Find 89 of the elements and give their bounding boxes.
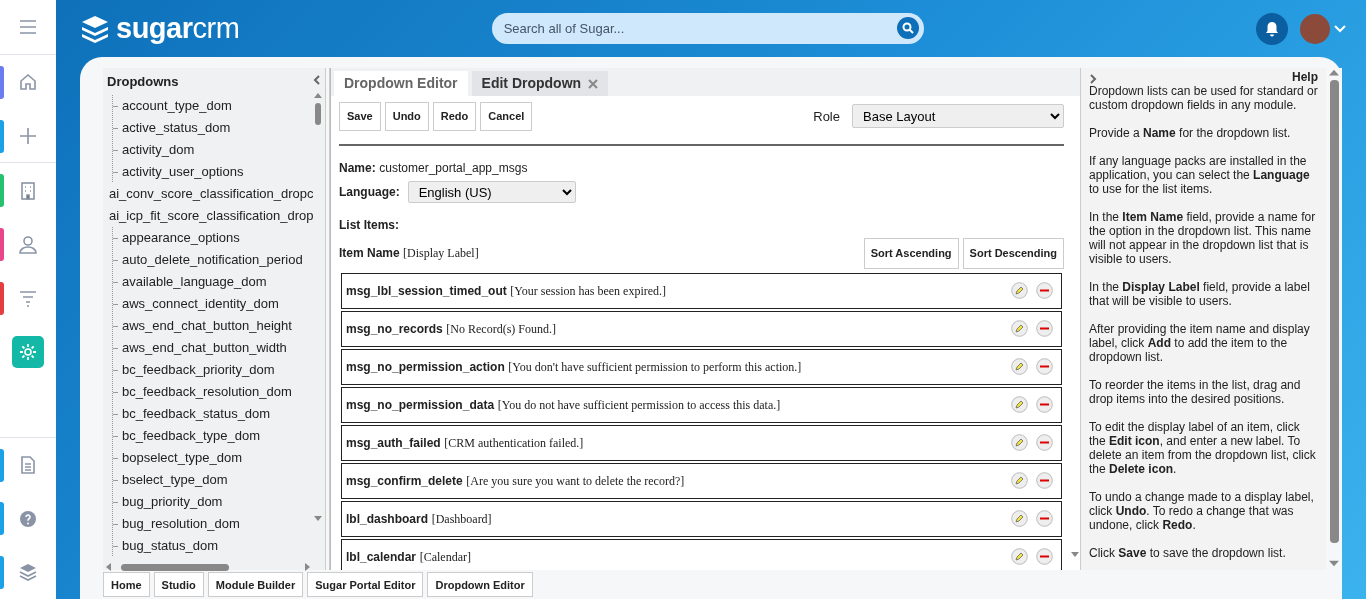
search-field[interactable]: Search all of Sugar... <box>491 13 924 44</box>
help-paragraph: Click Save to save the dropdown list. <box>1089 546 1287 560</box>
logo-icon <box>80 13 110 44</box>
help-paragraph: To edit the display label of an item, click the Edit icon, and enter a new label. To delete an item from the dropdown list, click the Delete icon. <box>1089 420 1317 476</box>
breadcrumb-tab[interactable]: Module Builder <box>207 572 304 597</box>
list-item[interactable]: lbl_dashboard [Dashboard] <box>341 500 1062 537</box>
caret-icon[interactable] <box>1334 24 1346 33</box>
toolbar-button[interactable]: Cancel <box>480 102 533 131</box>
language-select[interactable]: English (US) <box>407 181 576 203</box>
role-select[interactable]: Base Layout <box>852 104 1064 129</box>
tree-item[interactable]: ai_conv_score_classification_dropc <box>103 182 313 205</box>
item-text: msg_no_permission_data [You do not have sufficient permission to access this data.] <box>346 396 781 414</box>
item-text: msg_lbl_session_timed_out [Your session has been expired.] <box>346 282 667 300</box>
building-icon[interactable] <box>18 180 38 201</box>
item-text: lbl_dashboard [Dashboard] <box>346 510 492 528</box>
logo-text: sugarcrm <box>116 10 240 46</box>
expand-icon[interactable] <box>1089 74 1097 84</box>
list-item[interactable]: msg_confirm_delete [Are you sure you want to delete the record?] <box>341 462 1062 499</box>
language-label: Language: <box>339 184 400 201</box>
filter-icon[interactable] <box>18 288 38 309</box>
settings-icon[interactable] <box>18 341 38 362</box>
document-icon[interactable] <box>18 454 38 475</box>
item-text: msg_auth_failed [CRM authentication failed.] <box>346 434 584 452</box>
list-item[interactable]: msg_no_permission_action [You don't have sufficient permission to perform this action.] <box>341 348 1062 385</box>
edit-icon[interactable] <box>1011 472 1028 489</box>
edit-icon[interactable] <box>1011 434 1028 451</box>
avatar[interactable] <box>1300 13 1330 44</box>
list-item[interactable]: msg_no_records [No Record(s) Found.] <box>341 310 1062 347</box>
toolbar-button[interactable]: Undo <box>384 102 429 131</box>
tab[interactable]: Edit Dropdown <box>471 71 609 96</box>
help-paragraph: To undo a change made to a display label, click Undo. To redo a change that was undone, click Redo. <box>1089 490 1315 532</box>
help-paragraph: Provide a Name for the dropdown list. <box>1089 126 1292 140</box>
name-value: customer_portal_app_msgs <box>379 160 528 175</box>
breadcrumb-tab[interactable]: Dropdown Editor <box>427 572 533 597</box>
tab[interactable]: Dropdown Editor <box>334 71 468 96</box>
panel-title: Dropdowns <box>107 73 179 91</box>
item-text: msg_no_permission_action [You don't have sufficient permission to perform this action.] <box>346 358 802 376</box>
toolbar-button[interactable]: Redo <box>432 102 477 131</box>
help-icon[interactable] <box>18 508 38 529</box>
help-paragraph: To reorder the items in the list, drag and drop items into the desired positions. <box>1089 378 1302 406</box>
help-paragraph: After providing the item name and display label, click Add to add the item to the dropdown list. <box>1089 322 1311 364</box>
sort-button[interactable]: Sort Ascending <box>863 238 959 269</box>
edit-icon[interactable] <box>1011 548 1028 565</box>
edit-icon[interactable] <box>1011 282 1028 299</box>
sort-button[interactable]: Sort Descending <box>962 238 1064 269</box>
help-paragraph: In the Display Label field, provide a label that will be visible to users. <box>1089 280 1311 308</box>
delete-icon[interactable] <box>1036 320 1053 337</box>
list-item[interactable]: msg_auth_failed [CRM authentication failed.] <box>341 424 1062 461</box>
delete-icon[interactable] <box>1036 510 1053 527</box>
home-icon[interactable] <box>18 72 38 92</box>
help-paragraph: In the Item Name field, provide a name for the option in the dropdown list. This name will not appear in the dropdown list that is visible to users. <box>1089 210 1317 266</box>
edit-icon[interactable] <box>1011 358 1028 375</box>
edit-icon[interactable] <box>1011 396 1028 413</box>
tree-item[interactable]: ai_icp_fit_score_classification_drop <box>103 204 313 227</box>
user-icon[interactable] <box>18 234 38 255</box>
list-item[interactable]: msg_lbl_session_timed_out [Your session has been expired.] <box>341 272 1062 309</box>
edit-icon[interactable] <box>1011 320 1028 337</box>
delete-icon[interactable] <box>1036 358 1053 375</box>
plus-icon[interactable] <box>18 125 38 146</box>
item-text: msg_confirm_delete [Are you sure you want to delete the record?] <box>346 472 685 490</box>
layers-icon[interactable] <box>18 562 38 583</box>
item-text: lbl_calendar [Calendar] <box>346 548 471 566</box>
edit-icon[interactable] <box>1011 510 1028 527</box>
active-nav-item[interactable] <box>12 335 44 368</box>
item-text: msg_no_records [No Record(s) Found.] <box>346 320 556 338</box>
toolbar-button[interactable]: Save <box>339 102 381 131</box>
help-paragraph: Dropdown lists can be used for standard or custom dropdown fields in any module. <box>1089 84 1318 112</box>
breadcrumb-tab[interactable]: Studio <box>153 572 204 597</box>
delete-icon[interactable] <box>1036 548 1053 565</box>
breadcrumb-tab[interactable]: Home <box>103 572 150 597</box>
role-label: Role <box>813 107 840 126</box>
delete-icon[interactable] <box>1036 396 1053 413</box>
help-title: Help <box>1292 70 1318 84</box>
list-item[interactable]: msg_no_permission_data [You do not have sufficient permission to access this data.] <box>341 386 1062 423</box>
breadcrumb-tab[interactable]: Sugar Portal Editor <box>307 572 424 597</box>
collapse-icon[interactable] <box>313 75 321 85</box>
column-header: Item Name [Display Label] <box>339 245 479 263</box>
notification-button[interactable] <box>1256 12 1288 45</box>
delete-icon[interactable] <box>1036 434 1053 451</box>
help-paragraph: If any language packs are installed in the application, you can select the Language to use for the list items. <box>1089 154 1311 196</box>
bell-icon <box>1264 20 1280 37</box>
delete-icon[interactable] <box>1036 282 1053 299</box>
scrollbar[interactable] <box>1326 68 1342 570</box>
logo[interactable]: sugarcrm <box>80 6 240 51</box>
name-label: Name: <box>339 160 376 175</box>
scroll-down-icon[interactable] <box>1070 551 1080 559</box>
close-icon[interactable] <box>588 79 599 90</box>
delete-icon[interactable] <box>1036 472 1053 489</box>
section-label: List Items: <box>339 217 400 234</box>
